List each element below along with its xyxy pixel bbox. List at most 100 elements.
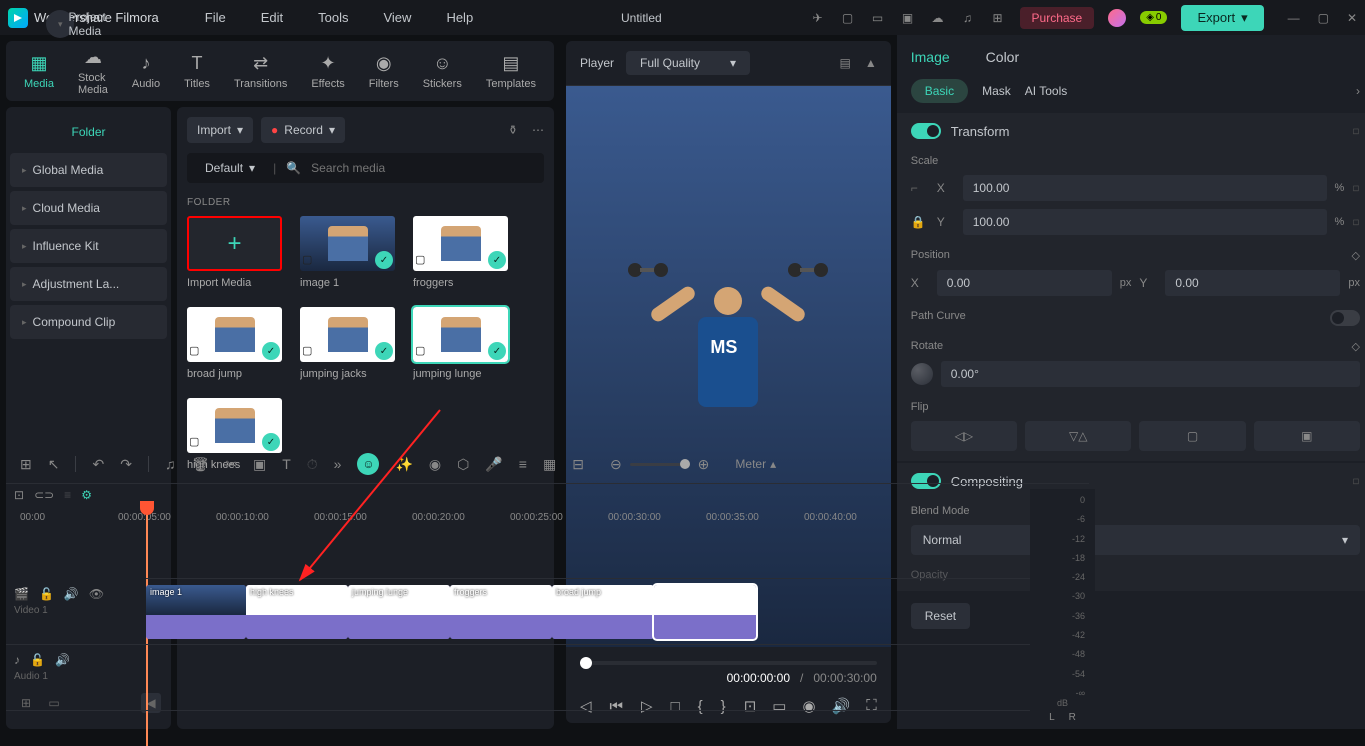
menu-file[interactable]: File (205, 10, 226, 25)
search-input[interactable] (311, 161, 534, 175)
tl-opt4-icon[interactable]: ⚙ (81, 488, 92, 502)
tl-opt1-icon[interactable]: ⊡ (14, 488, 24, 502)
clip-selected[interactable] (654, 585, 756, 639)
speed-icon[interactable]: ⏱ (307, 456, 318, 473)
adjust-icon[interactable]: ≡ (519, 456, 527, 472)
grid-tool-icon[interactable]: ⊞ (20, 456, 32, 473)
eye-icon[interactable]: 👁 (89, 587, 104, 601)
tl-opt2-icon[interactable]: ⊂⊃ (34, 488, 54, 502)
video-track-head[interactable]: 🎬🔓🔊👁 Video 1 (6, 579, 146, 645)
path-curve-toggle[interactable] (1330, 310, 1360, 326)
timeline-ruler[interactable]: 00:00 00:00:05:00 00:00:10:00 00:00:15:0… (6, 506, 1089, 529)
tl-opt3-icon[interactable]: ≡ (64, 488, 71, 502)
delete-icon[interactable]: 🗑 (191, 456, 209, 473)
menu-edit[interactable]: Edit (261, 10, 283, 25)
rotate-input[interactable] (941, 361, 1360, 387)
video-track[interactable]: image 1 high knees jumping lunge frogger… (146, 579, 1089, 645)
crop-tool-icon[interactable]: ▣ (253, 456, 266, 473)
compare-icon[interactable]: ▤ (840, 56, 851, 70)
avatar[interactable] (1108, 9, 1126, 27)
pointer-tool-icon[interactable]: ↖ (48, 456, 60, 473)
menu-help[interactable]: Help (446, 10, 473, 25)
keyframe-icon[interactable]: ◇ (1350, 181, 1363, 194)
audio-track[interactable] (146, 645, 1089, 711)
mic-icon[interactable]: 🎤 (485, 456, 502, 473)
thumb-image1[interactable]: ▢✓image 1 (300, 216, 395, 289)
marker-icon[interactable]: ♫ (165, 456, 176, 472)
screen-icon[interactable]: ▭ (870, 10, 886, 26)
tab-titles[interactable]: TTitles (176, 49, 218, 94)
headphone-icon[interactable]: ♫ (960, 10, 976, 26)
filter-icon[interactable]: ⚱ (508, 123, 518, 137)
rotate-dial[interactable] (911, 363, 933, 385)
cut-icon[interactable]: ✂ (225, 456, 237, 473)
enhance-icon[interactable]: ✨ (395, 456, 412, 473)
subtab-ai-tools[interactable]: AI Tools (1025, 84, 1067, 98)
send-icon[interactable]: ✈ (810, 10, 826, 26)
rtab-color[interactable]: Color (986, 49, 1019, 65)
tab-filters[interactable]: ◉Filters (361, 49, 407, 94)
more-icon[interactable]: ⋯ (532, 123, 544, 137)
maximize-button[interactable]: ▢ (1318, 11, 1329, 25)
link-icon[interactable]: ⌐ (911, 181, 925, 195)
tab-templates[interactable]: ▤Templates (478, 49, 544, 94)
more-tools-icon[interactable]: » (334, 456, 342, 472)
chevron-right-icon[interactable]: › (1356, 84, 1360, 98)
meter-button[interactable]: Meter ▴ (735, 457, 776, 471)
sidebar-cloud-media[interactable]: ▸Cloud Media (10, 191, 167, 225)
undo-icon[interactable]: ↶ (92, 456, 104, 473)
screens-icon[interactable]: ▣ (900, 10, 916, 26)
export-button[interactable]: Export ▾ (1181, 5, 1263, 31)
link2-icon[interactable]: ⊟ (572, 456, 584, 473)
rtab-image[interactable]: Image (911, 49, 950, 65)
keyframe-icon[interactable]: ◇ (1350, 215, 1363, 228)
sidebar-influence-kit[interactable]: ▸Influence Kit (10, 229, 167, 263)
record2-icon[interactable]: ◉ (429, 456, 441, 473)
keyframe-icon[interactable]: ◇ (1350, 474, 1363, 487)
tab-stickers[interactable]: ☺Stickers (415, 49, 470, 94)
clip-froggers[interactable]: froggers (450, 585, 552, 639)
thumb-jumping-jacks[interactable]: ▢✓jumping jacks (300, 307, 395, 380)
sidebar-folder[interactable]: Folder (10, 115, 167, 149)
import-button[interactable]: Import ▾ (187, 117, 253, 143)
scale-y-input[interactable] (963, 209, 1327, 235)
pos-y-input[interactable] (1165, 270, 1340, 296)
flip-copy-button[interactable]: ▢ (1139, 421, 1245, 451)
lock-icon[interactable]: 🔓 (39, 587, 54, 601)
purchase-button[interactable]: Purchase (1020, 7, 1095, 29)
tab-audio[interactable]: ♪Audio (124, 49, 168, 94)
clip-broadjump[interactable]: broad jump (552, 585, 654, 639)
pos-x-input[interactable] (937, 270, 1112, 296)
tab-media[interactable]: ▦Media (16, 49, 62, 94)
coin-badge[interactable]: ◈ 0 (1140, 11, 1167, 24)
quality-dropdown[interactable]: Full Quality▾ (626, 51, 750, 75)
cloud-icon[interactable]: ☁ (930, 10, 946, 26)
zoom-out-icon[interactable]: ⊖ (610, 456, 622, 473)
snapshot-icon[interactable]: ▲ (865, 56, 877, 70)
transform-toggle[interactable] (911, 123, 941, 139)
zoom-slider[interactable] (630, 463, 690, 466)
sidebar-global-media[interactable]: ▸Global Media (10, 153, 167, 187)
close-button[interactable]: ✕ (1347, 11, 1357, 25)
clip-lunge[interactable]: jumping lunge (348, 585, 450, 639)
record-button[interactable]: ● Record ▾ (261, 117, 345, 143)
clip-highknees[interactable]: high knees (246, 585, 348, 639)
scale-x-input[interactable] (963, 175, 1327, 201)
mute-icon[interactable]: 🔊 (64, 587, 79, 601)
thumb-broad-jump[interactable]: ▢✓broad jump (187, 307, 282, 380)
ai-tool-icon[interactable]: ☺ (357, 453, 379, 475)
text-tool-icon[interactable]: T (282, 456, 291, 472)
tab-stock[interactable]: ☁Stock Media (70, 43, 116, 100)
mute-icon[interactable]: 🔊 (55, 653, 70, 667)
minimize-button[interactable]: — (1288, 11, 1300, 25)
subtab-mask[interactable]: Mask (982, 84, 1011, 98)
sidebar-adjustment-layer[interactable]: ▸Adjustment La... (10, 267, 167, 301)
thumb-import[interactable]: +Import Media (187, 216, 282, 289)
clip-image1[interactable]: image 1 (146, 585, 246, 639)
snap-icon[interactable]: ▦ (543, 456, 556, 473)
shield-icon[interactable]: ⬡ (457, 456, 469, 473)
sidebar-project-media[interactable]: ▾Project Media (46, 10, 74, 38)
zoom-in-icon[interactable]: ⊕ (698, 456, 710, 473)
tab-effects[interactable]: ✦Effects (303, 49, 352, 94)
keyframe-icon[interactable]: ◇ (1352, 340, 1360, 353)
